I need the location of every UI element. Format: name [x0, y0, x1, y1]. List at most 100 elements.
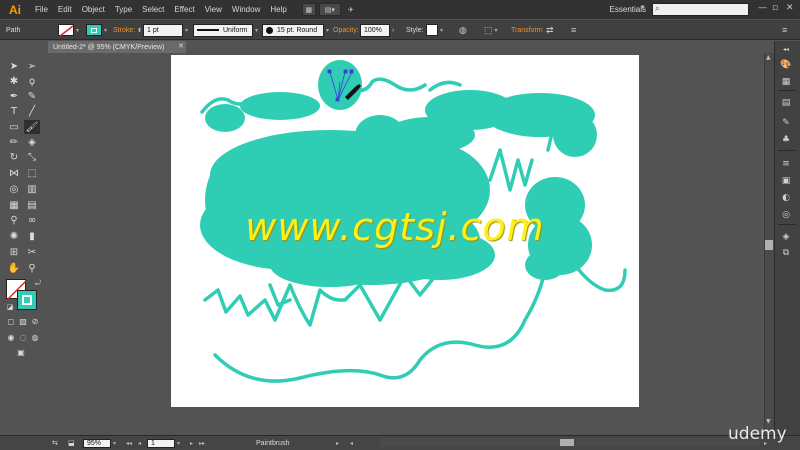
maximize-icon[interactable]: ▫ — [772, 3, 778, 13]
menu-edit[interactable]: Edit — [53, 5, 77, 14]
workspace-chevron-icon[interactable]: ▾ — [641, 3, 645, 11]
status-menu-icon[interactable]: ▸ — [336, 438, 339, 448]
menu-file[interactable]: File — [30, 5, 53, 14]
scale-tool-icon[interactable]: ⤡ — [24, 150, 40, 164]
pencil-tool-icon[interactable]: ✏ — [6, 135, 22, 149]
close-icon[interactable]: ✕ — [786, 3, 794, 13]
first-artboard-icon[interactable]: ◂◂ — [126, 438, 132, 448]
align-to-icon[interactable]: ⬚ ▾ — [484, 23, 498, 37]
symbols-panel-icon[interactable]: ♣ — [779, 133, 793, 146]
rotate-tool-icon[interactable]: ↻ — [6, 150, 22, 164]
document-tab[interactable]: Untitled-2* @ 95% (CMYK/Preview) — [48, 41, 186, 53]
magic-wand-tool-icon[interactable]: ✱ — [6, 74, 22, 88]
hand-tool-icon[interactable]: ✋ — [6, 261, 22, 275]
eraser-tool-icon[interactable]: ◈ — [24, 135, 40, 149]
draw-inside-icon[interactable]: ◍ — [27, 330, 43, 344]
color-guide-icon[interactable]: ▦ — [779, 75, 793, 88]
zoom-tool-icon[interactable]: ⚲ — [24, 261, 40, 275]
menu-type[interactable]: Type — [110, 5, 137, 14]
blend-tool-icon[interactable]: ∞ — [24, 213, 40, 227]
isolate-group-icon[interactable]: ⇄ — [546, 23, 554, 37]
last-artboard-icon[interactable]: ▸▸ — [199, 438, 205, 448]
stroke-weight-field[interactable]: 1 pt — [143, 23, 184, 37]
slice-tool-icon[interactable]: ✂ — [24, 245, 40, 259]
variable-width-profile[interactable]: Uniform ▾ — [193, 23, 258, 37]
next-artboard-icon[interactable]: ▸ — [190, 438, 193, 448]
collapse-panels-icon[interactable]: ◂◂ — [779, 43, 793, 56]
document-info-icon[interactable]: ⇆ — [52, 438, 58, 448]
selection-tool-icon[interactable]: ➤ — [6, 59, 22, 73]
menu-window[interactable]: Window — [227, 5, 265, 14]
direct-selection-tool-icon[interactable]: ➢ — [24, 59, 40, 73]
opacity-control[interactable]: 100% › — [360, 23, 394, 37]
eyedropper-tool-icon[interactable]: ⚲ — [6, 213, 22, 227]
control-bar-menu-icon[interactable]: ≡ — [571, 23, 576, 37]
stroke-swatch[interactable]: ▾ — [86, 23, 107, 37]
default-fill-stroke-icon[interactable]: ◪ — [2, 300, 18, 314]
bridge-button[interactable]: ▦ — [301, 3, 316, 16]
menu-view[interactable]: View — [200, 5, 227, 14]
opacity-label[interactable]: Opacity: — [333, 23, 359, 37]
perspective-grid-tool-icon[interactable]: ▥ — [24, 182, 40, 196]
scroll-left-icon[interactable]: ◂ — [350, 438, 353, 448]
menu-select[interactable]: Select — [137, 5, 169, 14]
artboards-panel-icon[interactable]: ⧉ — [779, 246, 793, 259]
transform-link[interactable]: Transform — [511, 23, 543, 37]
horizontal-scroll-thumb[interactable] — [560, 439, 574, 446]
curvature-tool-icon[interactable]: ✎ — [24, 89, 40, 103]
stepper-icon[interactable]: ⬍ — [137, 27, 142, 34]
column-graph-tool-icon[interactable]: ▮ — [24, 229, 40, 243]
zoom-decrement-icon[interactable]: ⬓ — [68, 438, 75, 448]
color-panel-icon[interactable]: 🎨 — [779, 58, 793, 71]
opacity-field[interactable]: 100% — [360, 23, 390, 37]
artboard-number-field[interactable]: 1 — [147, 438, 175, 448]
pen-tool-icon[interactable]: ✒ — [6, 89, 22, 103]
paintbrush-tool-icon[interactable]: 🖌 — [24, 120, 40, 134]
swap-fill-stroke-icon[interactable]: ⤾ — [30, 276, 46, 290]
zoom-field[interactable]: 95% — [83, 438, 111, 448]
brushes-panel-icon[interactable]: ✎ — [779, 116, 793, 129]
scroll-up-icon[interactable]: ▲ — [766, 54, 771, 61]
swatches-panel-icon[interactable]: ▤ — [779, 96, 793, 109]
stroke-color-swatch[interactable] — [17, 290, 37, 310]
search-input[interactable] — [652, 3, 749, 16]
gradient-tool-icon[interactable]: ▤ — [24, 198, 40, 212]
previous-artboard-icon[interactable]: ◂ — [138, 438, 141, 448]
mesh-tool-icon[interactable]: ▦ — [6, 198, 22, 212]
rectangle-tool-icon[interactable]: ▭ — [6, 120, 22, 134]
shape-builder-tool-icon[interactable]: ◎ — [6, 182, 22, 196]
screen-mode-icon[interactable]: ▣ — [13, 345, 29, 359]
panel-menu-icon[interactable]: ≡ — [782, 23, 787, 37]
transparency-panel-icon[interactable]: ◐ — [779, 191, 793, 204]
gradient-panel-icon[interactable]: ▣ — [779, 174, 793, 187]
chevron-right-icon[interactable]: › — [392, 27, 394, 34]
workspace-switcher[interactable]: Essentials — [570, 3, 650, 16]
lasso-tool-icon[interactable]: ϙ — [24, 74, 40, 88]
width-tool-icon[interactable]: ⋈ — [6, 166, 22, 180]
graphic-style-swatch[interactable]: ▾ — [426, 23, 443, 37]
fill-swatch[interactable]: ▾ — [58, 23, 79, 37]
layers-panel-icon[interactable]: ◈ — [779, 230, 793, 243]
symbol-sprayer-tool-icon[interactable]: ✺ — [6, 229, 22, 243]
recolor-artwork-icon[interactable]: ◍ — [459, 23, 467, 37]
stroke-label[interactable]: Stroke: — [113, 23, 135, 37]
zoom-select[interactable]: 95% ▾ — [83, 438, 116, 448]
type-tool-icon[interactable]: T — [6, 104, 22, 118]
none-mode-icon[interactable]: ⊘ — [27, 314, 43, 328]
minimize-icon[interactable]: — — [758, 3, 767, 13]
appearance-panel-icon[interactable]: ◎ — [779, 208, 793, 221]
menu-effect[interactable]: Effect — [169, 5, 199, 14]
free-transform-tool-icon[interactable]: ⬚ — [24, 166, 40, 180]
artboard-navigator[interactable]: 1 ▾ — [147, 438, 180, 448]
menu-help[interactable]: Help — [265, 5, 291, 14]
gpu-performance-icon[interactable]: ✈ — [344, 3, 358, 16]
stroke-panel-icon[interactable]: ≡ — [779, 157, 793, 170]
artboard-tool-icon[interactable]: ⊞ — [6, 245, 22, 259]
stroke-weight-stepper[interactable]: ⬍ 1 pt ▾ — [137, 23, 188, 37]
close-tab-icon[interactable]: ✕ — [178, 42, 184, 50]
menu-object[interactable]: Object — [77, 5, 110, 14]
arrange-documents-button[interactable]: ▤▾ — [318, 3, 341, 16]
vertical-scroll-thumb[interactable] — [765, 240, 773, 250]
line-segment-tool-icon[interactable]: ╱ — [24, 104, 40, 118]
brush-definition[interactable]: 15 pt. Round ▾ — [262, 23, 329, 37]
